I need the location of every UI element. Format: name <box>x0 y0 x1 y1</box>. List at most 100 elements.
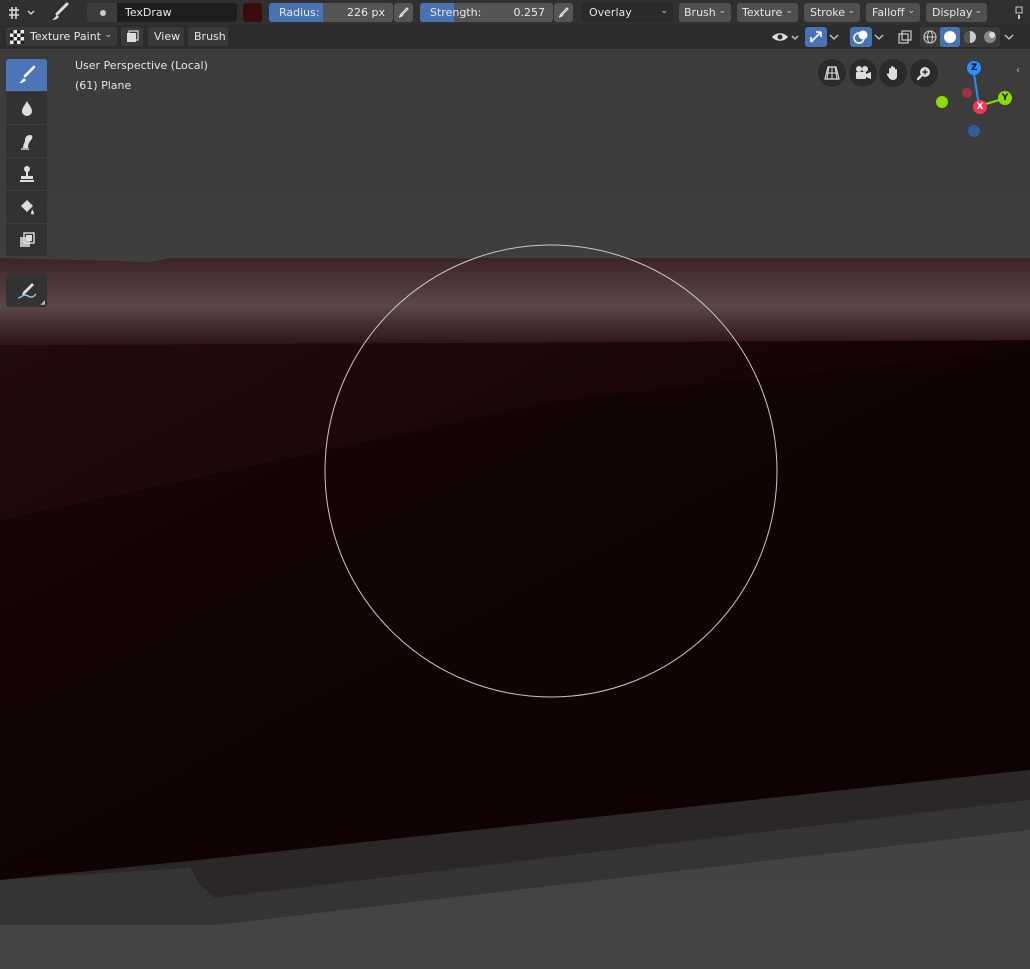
tool-header: TexDraw Radius: 226 px Strength: 0.257 O… <box>0 0 1030 25</box>
brush-menu-2[interactable]: Brush <box>188 27 228 46</box>
brush-name: TexDraw <box>125 6 172 19</box>
chevron-down-icon <box>829 34 839 40</box>
tool-soften[interactable] <box>6 92 47 124</box>
texture-menu-label: Texture <box>742 6 783 19</box>
overlay-dropdown[interactable] <box>872 27 886 47</box>
display-menu[interactable]: Display ⌄ <box>926 3 987 22</box>
strength-pressure-button[interactable] <box>554 3 573 22</box>
gizmo-z-axis[interactable]: Z <box>967 61 981 75</box>
radius-label: Radius: <box>279 6 320 19</box>
blend-mode-dropdown[interactable]: Overlay ⌄ <box>581 3 673 22</box>
camera-view-button[interactable] <box>849 59 877 87</box>
pan-view-button[interactable] <box>879 59 907 87</box>
chevron-down-icon: ⌄ <box>104 30 112 40</box>
gizmo-icon <box>810 31 822 43</box>
tool-clone[interactable] <box>6 158 47 190</box>
brush-icon[interactable] <box>46 1 74 23</box>
grid-perspective-icon <box>824 66 840 80</box>
display-menu-label: Display <box>932 6 973 19</box>
brush-menu-2-label: Brush <box>194 30 226 43</box>
toggle-ortho-button[interactable] <box>818 59 846 87</box>
navigation-gizmo[interactable]: Z Y X <box>930 58 1020 142</box>
strength-slider[interactable]: Strength: 0.257 <box>420 3 553 22</box>
overlay-icon <box>853 30 868 44</box>
strength-label: Strength: <box>430 6 482 19</box>
rendered-sphere-icon <box>984 31 996 43</box>
tool-smear[interactable] <box>6 125 47 157</box>
chevron-down-icon <box>1004 34 1014 40</box>
blend-mode-value: Overlay <box>589 6 632 19</box>
overlay-toggle[interactable] <box>850 27 872 47</box>
material-sphere-icon <box>964 31 976 43</box>
mode-label: Texture Paint <box>30 30 101 43</box>
gizmo-neg-x-axis[interactable] <box>962 88 972 98</box>
strength-value: 0.257 <box>513 6 546 19</box>
brush-name-field[interactable]: TexDraw <box>117 3 237 22</box>
radius-slider[interactable]: Radius: 226 px <box>269 3 393 22</box>
texture-menu[interactable]: Texture ⌄ <box>737 3 798 22</box>
editor-type-button[interactable] <box>4 3 40 22</box>
falloff-menu[interactable]: Falloff ⌄ <box>866 3 920 22</box>
gizmo-dropdown[interactable] <box>827 27 841 47</box>
wireframe-shading-button[interactable] <box>920 27 940 47</box>
mask-toggle-button[interactable] <box>121 27 143 46</box>
annotate-pen-icon <box>17 283 37 299</box>
brush-color-swatch[interactable] <box>243 3 262 22</box>
mask-icon <box>19 232 35 247</box>
gizmo-neg-z-axis[interactable] <box>968 125 980 137</box>
perspective-label: User Perspective (Local) <box>75 59 208 72</box>
gizmo-x-axis[interactable]: X <box>973 100 987 114</box>
chevron-down-icon: ⌄ <box>847 6 855 16</box>
view-menu[interactable]: View <box>148 27 184 46</box>
soften-drop-icon <box>21 101 32 116</box>
draw-brush-icon <box>18 65 35 83</box>
tool-options-corner-icon: ◢ <box>40 299 45 306</box>
brush-menu[interactable]: Brush ⌄ <box>679 3 731 22</box>
visibility-dropdown[interactable] <box>770 27 802 47</box>
tool-fill[interactable] <box>6 191 47 223</box>
tool-mask[interactable] <box>6 224 47 256</box>
wireframe-sphere-icon <box>923 30 937 44</box>
chevron-down-icon <box>874 34 884 40</box>
face-mask-icon <box>127 29 139 42</box>
3d-viewport[interactable] <box>0 49 1030 969</box>
brush-preview-icon <box>100 9 106 16</box>
gizmo-y-label: Y <box>1001 93 1009 103</box>
eye-icon <box>772 33 799 41</box>
chevron-down-icon: ⌄ <box>718 6 726 16</box>
tool-annotate[interactable]: ◢ <box>6 275 47 307</box>
falloff-menu-label: Falloff <box>872 6 905 19</box>
pen-pressure-icon <box>558 7 569 18</box>
object-label: (61) Plane <box>75 79 132 92</box>
gizmo-x-label: X <box>976 102 984 112</box>
material-shading-button[interactable] <box>960 27 980 47</box>
editor-type-icon <box>9 6 35 19</box>
clone-stamp-icon <box>19 166 34 182</box>
shading-group <box>920 27 1000 47</box>
gizmo-z-label: Z <box>970 63 978 73</box>
radius-value: 226 px <box>347 6 385 19</box>
viewport-header: Texture Paint ⌄ View Brush <box>0 25 1030 49</box>
mode-dropdown[interactable]: Texture Paint ⌄ <box>6 27 117 46</box>
gizmo-neg-y-axis[interactable] <box>936 96 948 108</box>
view-menu-label: View <box>154 30 181 43</box>
shading-dropdown[interactable] <box>1002 27 1016 47</box>
camera-icon <box>856 66 871 79</box>
rendered-shading-button[interactable] <box>980 27 1000 47</box>
gizmo-toggle[interactable] <box>805 27 827 47</box>
tool-draw[interactable] <box>6 59 47 91</box>
brush-browse-button[interactable] <box>87 3 117 22</box>
xray-icon <box>898 30 912 44</box>
radius-pressure-button[interactable] <box>394 3 413 22</box>
xray-toggle[interactable] <box>895 27 915 47</box>
solid-shading-button[interactable] <box>940 27 960 47</box>
chevron-down-icon: ⌄ <box>974 6 982 16</box>
options-icon[interactable] <box>1012 4 1026 21</box>
solid-sphere-icon <box>944 31 956 43</box>
chevron-down-icon: ⌄ <box>907 6 915 16</box>
stroke-menu[interactable]: Stroke ⌄ <box>804 3 860 22</box>
stroke-menu-label: Stroke <box>810 6 846 19</box>
sidebar-toggle-icon[interactable]: ‹ <box>1016 65 1030 79</box>
gizmo-y-axis[interactable]: Y <box>998 91 1012 105</box>
chevron-down-icon: ⌄ <box>785 6 793 16</box>
